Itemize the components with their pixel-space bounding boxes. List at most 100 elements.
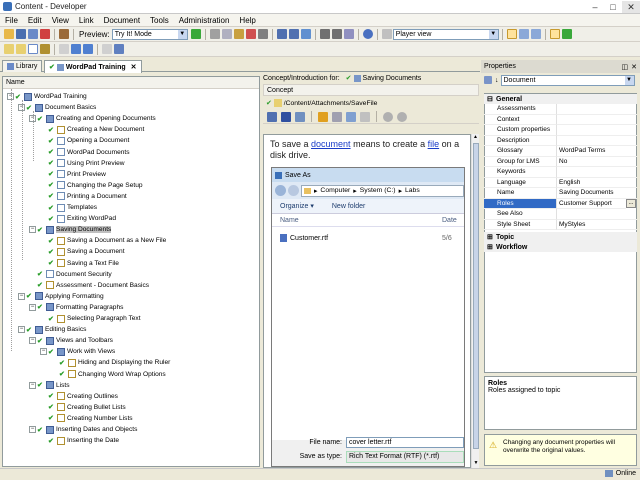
roles-ellipsis-button[interactable]: ... <box>626 199 636 209</box>
document-link[interactable]: document <box>311 139 351 149</box>
tree-item[interactable]: ✔ WordPad Documents <box>40 147 130 158</box>
collapse-icon[interactable]: − <box>40 348 47 356</box>
save-all-icon[interactable] <box>28 29 38 39</box>
tree-item[interactable]: ✔ Changing Word Wrap Options <box>51 369 166 380</box>
scroll-thumb[interactable] <box>473 143 479 449</box>
tree-item[interactable]: ✔ Printing a Document <box>40 191 127 202</box>
back-icon[interactable] <box>383 111 393 122</box>
preview-mode-select[interactable]: Try It! Mode ▼ <box>111 28 188 40</box>
category-general[interactable]: ⊟ General <box>484 94 637 104</box>
spell-icon[interactable] <box>343 29 354 39</box>
tree-item[interactable]: − ✔ Saving Documents <box>29 224 112 235</box>
copy-icon[interactable] <box>221 29 232 39</box>
move-up-icon[interactable] <box>71 44 81 54</box>
layout-split-icon[interactable] <box>518 29 529 39</box>
tree-item[interactable]: − ✔ Inserting Dates and Objects <box>29 424 137 435</box>
player-view-select[interactable]: Player view ▼ <box>392 28 499 40</box>
zoom-icon[interactable] <box>360 111 370 122</box>
tree-item[interactable]: − ✔ WordPad Training <box>7 91 87 102</box>
menu-edit[interactable]: Edit <box>23 16 47 25</box>
collapse-icon[interactable]: − <box>18 292 25 300</box>
tree-item[interactable]: ✔ Document Security <box>29 269 112 280</box>
settings-icon[interactable] <box>332 111 342 122</box>
property-row[interactable]: See Also <box>484 209 637 220</box>
tree-item[interactable]: ✔ Saving a Document as a New File <box>40 235 166 246</box>
link-icon[interactable] <box>267 111 277 122</box>
collapse-icon[interactable]: − <box>29 381 36 389</box>
close-tab-icon[interactable]: ✕ <box>131 62 137 73</box>
publish-icon[interactable] <box>59 29 69 39</box>
save-icon[interactable] <box>281 111 291 122</box>
tree-item[interactable]: ✔ Using Print Preview <box>40 158 125 169</box>
collapse-icon[interactable]: − <box>29 337 36 345</box>
new-question-icon[interactable] <box>40 44 50 54</box>
undo-icon[interactable] <box>276 29 287 39</box>
collapse-icon[interactable]: − <box>18 326 25 334</box>
play-icon[interactable] <box>190 29 201 39</box>
property-row[interactable]: Style Sheet MyStyles <box>484 219 637 230</box>
property-row[interactable]: Description <box>484 135 637 146</box>
minimize-button[interactable]: – <box>586 1 604 13</box>
save-icon[interactable] <box>16 29 26 39</box>
property-row[interactable]: Assessments <box>484 104 637 115</box>
menu-help[interactable]: Help <box>234 16 260 25</box>
new-module-icon[interactable] <box>4 44 14 54</box>
edit-doc-icon[interactable] <box>295 111 305 122</box>
paste-icon[interactable] <box>233 29 244 39</box>
maximize-button[interactable]: □ <box>604 1 622 13</box>
tree-item[interactable]: ✔ Opening a Document <box>40 135 129 146</box>
new-section-icon[interactable] <box>16 44 26 54</box>
tree-item[interactable]: ✔ Changing the Page Setup <box>40 180 143 191</box>
tree-item[interactable]: − ✔ Creating and Opening Documents <box>29 113 156 124</box>
help-icon[interactable] <box>362 29 373 39</box>
property-row[interactable]: Language English <box>484 177 637 188</box>
collapse-icon[interactable]: − <box>29 226 36 234</box>
properties-toggle-icon[interactable] <box>549 29 560 39</box>
tree-item[interactable]: − ✔ Work with Views <box>40 346 115 357</box>
tree-item[interactable]: ✔ Print Preview <box>40 169 106 180</box>
collapse-icon[interactable]: − <box>29 303 36 311</box>
content-scrollbar[interactable]: ▲ ▼ <box>471 134 479 468</box>
tree-item[interactable]: − ✔ Document Basics <box>18 102 96 113</box>
file-link[interactable]: file <box>428 139 440 149</box>
pencil-icon[interactable] <box>318 111 328 122</box>
tree-item[interactable]: ✔ Exiting WordPad <box>40 213 116 224</box>
menu-document[interactable]: Document <box>99 16 145 25</box>
scroll-down-icon[interactable]: ▼ <box>472 460 480 468</box>
sort-az-icon[interactable]: ↓ <box>495 77 499 84</box>
category-workflow[interactable]: ⊞ Workflow <box>484 242 637 252</box>
property-row[interactable]: Name Saving Documents <box>484 188 637 199</box>
refresh-icon[interactable] <box>561 29 572 39</box>
tree-item[interactable]: ✔ Creating a New Document <box>40 124 144 135</box>
print-icon[interactable] <box>257 29 268 39</box>
tree-item[interactable]: ✔ Selecting Paragraph Text <box>40 313 141 324</box>
tree-item[interactable]: ✔ Templates <box>40 202 97 213</box>
property-row[interactable]: Context <box>484 114 637 125</box>
redo-icon[interactable] <box>288 29 299 39</box>
tree-item[interactable]: ✔ Creating Outlines <box>40 391 118 402</box>
delete-icon[interactable] <box>40 29 50 39</box>
menu-view[interactable]: View <box>47 16 74 25</box>
property-row[interactable]: Glossary WordPad Terms <box>484 146 637 157</box>
replace-icon[interactable] <box>331 29 342 39</box>
cut-icon[interactable] <box>209 29 220 39</box>
tree-item[interactable]: − ✔ Editing Basics <box>18 324 86 335</box>
new-topic-icon[interactable] <box>28 44 38 54</box>
tree-item[interactable]: ✔ Hiding and Displaying the Ruler <box>51 357 170 368</box>
tree-item[interactable]: − ✔ Lists <box>29 380 70 391</box>
tree-item[interactable]: ✔ Inserting the Date <box>40 435 119 446</box>
layout-icon[interactable] <box>506 29 517 39</box>
category-topic[interactable]: ⊞ Topic <box>484 232 637 242</box>
forward-icon[interactable] <box>397 111 407 122</box>
tree-item[interactable]: ✔ Assessment - Document Basics <box>29 280 149 291</box>
close-button[interactable]: ✕ <box>622 0 640 13</box>
tab-library[interactable]: Library <box>2 60 43 72</box>
open-icon[interactable] <box>4 29 14 39</box>
preview-icon[interactable] <box>346 111 356 122</box>
remove-icon[interactable] <box>245 29 256 39</box>
collapse-icon[interactable]: − <box>29 426 36 433</box>
outline-icon[interactable] <box>102 44 112 54</box>
property-row[interactable]: Group for LMS No <box>484 156 637 167</box>
property-row[interactable]: Roles Customer Support... <box>484 198 637 209</box>
tree-item[interactable]: ✔ Creating Bullet Lists <box>40 402 126 413</box>
